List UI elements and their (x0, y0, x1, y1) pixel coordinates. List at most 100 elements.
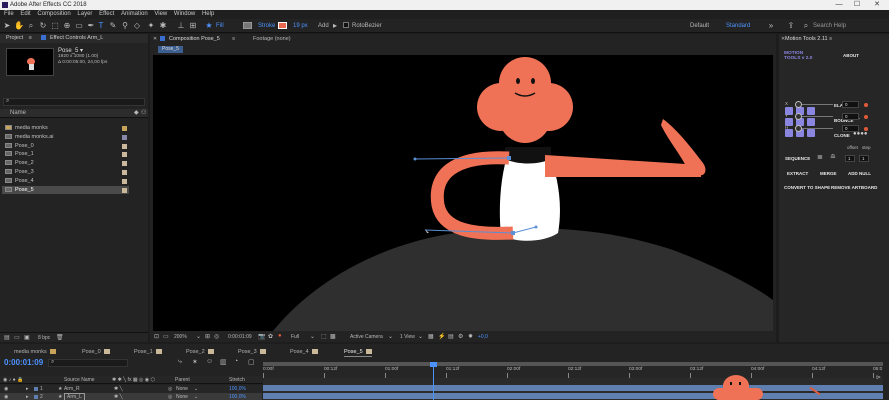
comp-flowchart-icon[interactable]: ⤷ (178, 358, 182, 366)
color-channel-red-icon[interactable]: ● (278, 333, 282, 339)
axis-reset-icon[interactable] (864, 127, 868, 131)
fast-preview-icon[interactable]: ⚡ (438, 333, 445, 340)
timeline-tab[interactable]: Pose_0 (82, 348, 110, 357)
label-color-swatch[interactable] (122, 143, 127, 149)
label-color-swatch[interactable] (122, 170, 127, 175)
timeline-timecode[interactable]: 0:00:01:09 (4, 358, 43, 367)
zoom-tool-icon[interactable]: ⌕ (26, 21, 36, 31)
layer-bar-arm-l[interactable] (263, 393, 883, 399)
selection-tool-icon[interactable]: ➤ (2, 21, 12, 31)
layer-switch-icon[interactable]: ✱ ╲ (114, 393, 123, 400)
menu-window[interactable]: Window (174, 10, 195, 19)
new-folder-icon[interactable]: ▭ (14, 334, 20, 341)
flowchart-icon[interactable]: ⚙ (458, 333, 463, 340)
anchor-bottom-right-button[interactable] (807, 129, 815, 137)
timeline-ruler[interactable]: 0:00f 00:12f 01:00f 01:12f 02:00f 02:12f 03:00… (263, 362, 883, 378)
fill-swatch[interactable] (243, 22, 252, 29)
work-area-bar[interactable] (263, 362, 883, 366)
workspace-menu-icon[interactable]: » (766, 21, 776, 31)
pen-tool-icon[interactable]: ✒ (86, 21, 96, 31)
axis-slider-knob[interactable] (795, 101, 802, 108)
timeline-tab[interactable]: Pose_2 (186, 348, 214, 357)
layer-bar-arm-r[interactable] (263, 385, 883, 391)
transparency-grid-icon[interactable]: ▩ (330, 333, 336, 340)
label-color-swatch[interactable] (122, 126, 127, 131)
layer-row[interactable]: ◉ ▸ 2 ★ Arm_L ✱ ╲ ◎ None ⌄ 100,0% (0, 393, 262, 400)
add-null-button[interactable]: ADD NULL (848, 171, 871, 176)
layer-stretch-value[interactable]: 100,0% (229, 393, 246, 400)
menu-animation[interactable]: Animation (121, 10, 148, 19)
menu-composition[interactable]: Composition (37, 10, 70, 19)
timeline-end-icon[interactable]: ⊳ (876, 374, 881, 381)
menu-layer[interactable]: Layer (77, 10, 92, 19)
layer-color-swatch[interactable] (34, 387, 38, 391)
shy-icon[interactable]: ☺ (206, 358, 213, 365)
parent-icon[interactable]: ◎ (168, 385, 172, 393)
eraser-tool-icon[interactable]: ◇ (132, 21, 142, 31)
motion-blur-icon[interactable]: ◔ (234, 358, 238, 365)
sequence-step-input[interactable]: 1 (859, 155, 869, 162)
playhead-line[interactable] (433, 362, 434, 400)
fill-label[interactable]: Fill (216, 21, 224, 31)
parent-chevron-down-icon[interactable]: ⌄ (194, 393, 198, 400)
label-column-icon[interactable]: ◆ (134, 109, 139, 116)
sequence-reverse-icon[interactable]: ≘ (830, 153, 836, 161)
layer-name[interactable]: Arm_R (64, 385, 80, 393)
local-axis-icon[interactable]: ⊥ (176, 21, 186, 31)
viewer-timecode[interactable]: 0:00:01:09 (228, 334, 252, 340)
timeline-tab[interactable]: Pose_4 (290, 348, 318, 357)
grid-icon[interactable]: ⊞ (205, 333, 210, 340)
project-item[interactable]: Pose_2 (2, 159, 129, 168)
project-item[interactable]: media monks (2, 124, 129, 133)
frame-blending-icon[interactable]: ▥ (220, 358, 227, 366)
parent-icon[interactable]: ◎ (168, 393, 172, 400)
world-axis-icon[interactable]: ⊞ (188, 21, 198, 31)
comp-panel-close-icon[interactable]: ✕ (153, 36, 157, 42)
resolution-dropdown[interactable]: Full (291, 334, 299, 340)
anchor-bottom-left-button[interactable] (785, 129, 793, 137)
about-button[interactable]: ABOUT (843, 53, 859, 58)
timeline-search-input[interactable]: ⌕ (48, 359, 128, 367)
panel-menu-icon[interactable]: ≡ (29, 35, 32, 41)
layer-parent-dropdown[interactable]: None (176, 385, 188, 393)
brush-tool-icon[interactable]: ✎ (108, 21, 118, 31)
anchor-top-right-button[interactable] (807, 107, 815, 115)
timeline-tab[interactable]: Pose_5 (344, 348, 372, 357)
label-color-swatch[interactable] (122, 187, 127, 193)
sequence-offset-input[interactable]: 1 (845, 155, 855, 162)
project-item[interactable]: Pose_4 (2, 177, 129, 186)
stroke-label[interactable]: Stroke (258, 21, 275, 31)
timeline-tab[interactable]: media monks (14, 348, 56, 357)
stroke-swatch[interactable] (278, 22, 287, 29)
new-comp-icon[interactable]: ▣ (24, 334, 30, 341)
axis-slider-knob[interactable] (795, 125, 802, 132)
always-preview-icon[interactable]: ⊡ (154, 333, 159, 340)
layer-visibility-icon[interactable]: ◉ (4, 393, 8, 400)
bpc-label[interactable]: 8 bpc (38, 335, 50, 341)
sequence-button[interactable]: SEQUENCE (785, 156, 810, 161)
motion-tools-menu-icon[interactable]: ≡ (829, 36, 832, 42)
add-label[interactable]: Add (318, 21, 329, 31)
resolution-chevron-down-icon[interactable]: ⌄ (310, 333, 315, 340)
rotate-tool-icon[interactable]: ↻ (38, 21, 48, 31)
shape-tool-icon[interactable]: ▭ (74, 21, 84, 31)
layer-switch-icon[interactable]: ✱ ╲ (114, 385, 123, 393)
rotobezier-checkbox[interactable] (343, 22, 349, 28)
snapshot-icon[interactable]: 📷 (258, 333, 265, 340)
workspace-standard[interactable]: Standard (726, 21, 750, 31)
column-source-name[interactable]: Source Name (64, 377, 95, 383)
hand-tool-icon[interactable]: ✋ (14, 21, 24, 31)
motion-tools-tab[interactable]: Motion Tools 2.11 (785, 36, 828, 42)
delete-icon[interactable]: 🗑 (56, 334, 64, 341)
axis-slider-knob[interactable] (795, 113, 802, 120)
tab-project[interactable]: Project (6, 35, 23, 41)
menu-file[interactable]: File (4, 10, 14, 19)
type-column-icon[interactable]: ⚇ (141, 109, 146, 116)
star-icon[interactable]: ★ (204, 21, 214, 31)
graph-editor-icon[interactable]: ▢ (248, 358, 255, 366)
sync-icon[interactable]: ⇪ (786, 21, 796, 31)
label-color-swatch[interactable] (122, 178, 127, 184)
color-channel-icon[interactable]: ✿ (268, 333, 273, 340)
project-item[interactable]: Pose_5 (2, 185, 129, 195)
draft-3d-icon[interactable]: ✶ (192, 358, 198, 366)
